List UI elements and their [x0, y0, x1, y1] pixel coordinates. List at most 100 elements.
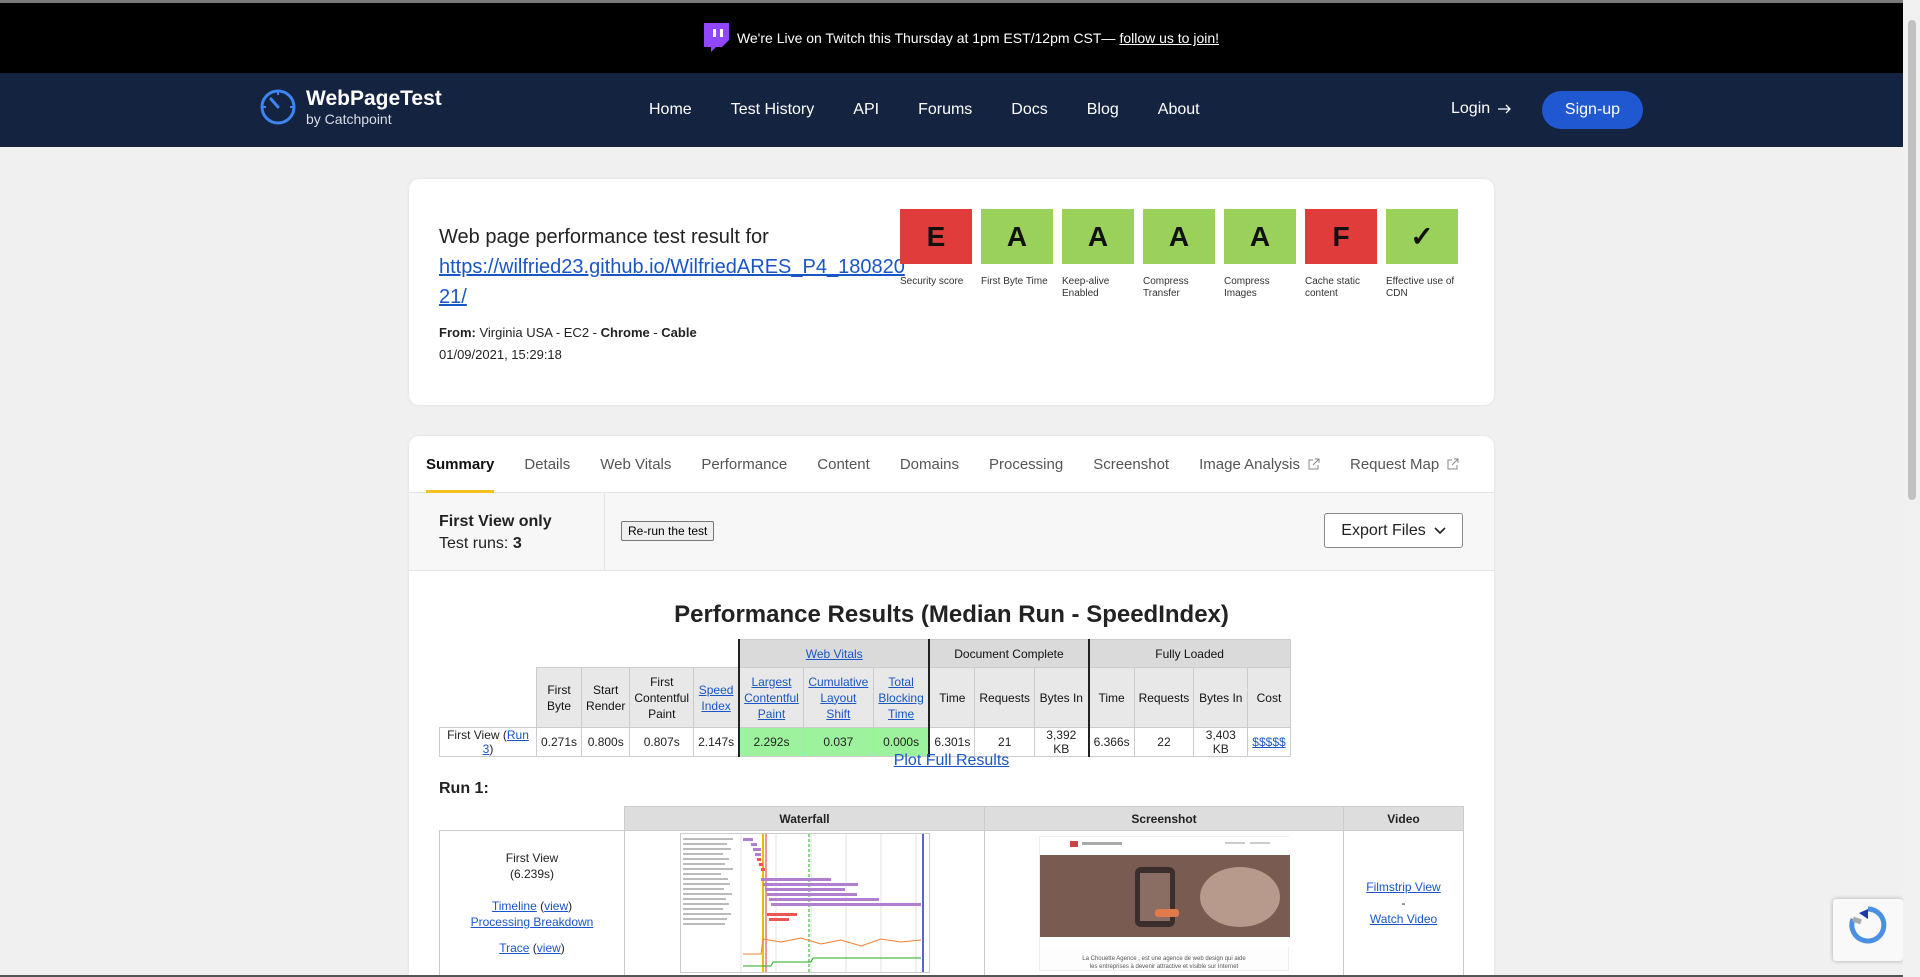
checkmark-icon: ✓ [1386, 209, 1458, 264]
col-fl-time: Time [1087, 667, 1135, 728]
tab-request-map[interactable]: Request Map [1350, 436, 1459, 493]
nav-blog[interactable]: Blog [1087, 101, 1119, 119]
speed-index-link[interactable]: Speed Index [699, 683, 734, 713]
promo-link[interactable]: follow us to join! [1119, 30, 1219, 46]
trace-link[interactable]: Trace [499, 941, 529, 955]
scrollbar[interactable] [1903, 0, 1920, 977]
grade-keep-alive[interactable]: A Keep-alive Enabled [1062, 209, 1134, 300]
tab-domains[interactable]: Domains [900, 436, 959, 493]
grade-label: Effective use of CDN [1386, 276, 1455, 299]
run-info-cell: First View (6.239s) Timeline (view) Proc… [439, 830, 625, 976]
tab-label: Screenshot [1093, 455, 1170, 473]
filmstrip-link[interactable]: Filmstrip View [1366, 880, 1440, 894]
web-vitals-link[interactable]: Web Vitals [806, 647, 863, 661]
brand-sub: by Catchpoint [306, 111, 392, 127]
grade-cdn[interactable]: ✓ Effective use of CDN [1386, 209, 1458, 300]
blank-cell [440, 668, 537, 728]
col-first-byte: First Byte [535, 667, 583, 728]
tab-screenshot[interactable]: Screenshot [1093, 436, 1169, 493]
timeline-view-link[interactable]: view [544, 899, 568, 913]
col-tbt: Total Blocking Time [872, 667, 931, 728]
grade-security[interactable]: E Security score [900, 209, 972, 300]
grade-cache-static[interactable]: F Cache static content [1305, 209, 1377, 300]
grade-label: Cache static content [1305, 276, 1361, 299]
tab-summary[interactable]: Summary [426, 436, 495, 493]
col-dc-bytes: Bytes In [1034, 667, 1090, 728]
run-table: Waterfall Screenshot Video First View (6… [439, 806, 1464, 976]
tab-details[interactable]: Details [524, 436, 570, 493]
nav-forums[interactable]: Forums [918, 101, 972, 119]
col-fl-requests: Requests [1133, 667, 1195, 728]
summary-toolbar: First View only Test runs: 3 Re-run the … [409, 493, 1494, 571]
tab-label: Summary [426, 455, 495, 473]
nav-about[interactable]: About [1158, 101, 1200, 119]
nav-api[interactable]: API [853, 101, 879, 119]
col-fl-bytes: Bytes In [1193, 667, 1249, 728]
grade-box: A [1224, 209, 1296, 264]
chevron-down-icon [1434, 526, 1446, 534]
timeline-link[interactable]: Timeline [492, 899, 537, 913]
performance-table: Web Vitals Document Complete Fully Loade… [439, 639, 1291, 757]
test-browser: Chrome [600, 325, 650, 340]
nav-links: Home Test History API Forums Docs Blog A… [649, 73, 1200, 147]
tab-image-analysis[interactable]: Image Analysis [1199, 436, 1320, 493]
waterfall-thumbnail[interactable] [679, 833, 930, 973]
plot-link[interactable]: Plot Full Results [894, 752, 1010, 769]
run-title: Run 1: [439, 780, 489, 797]
tab-label: Web Vitals [600, 455, 672, 473]
grade-box: F [1305, 209, 1377, 264]
result-header-card: Web page performance test result for htt… [409, 179, 1494, 405]
grade-compress-transfer[interactable]: A Compress Transfer [1143, 209, 1215, 300]
scrollbar-thumb[interactable] [1908, 20, 1916, 500]
tab-label: Domains [899, 455, 959, 473]
test-connection: Cable [661, 325, 697, 340]
trace-view-link[interactable]: view [537, 941, 561, 955]
col-video: Video [1343, 806, 1464, 831]
tab-label: Image Analysis [1199, 455, 1300, 473]
recaptcha-badge[interactable] [1833, 899, 1903, 961]
external-link-icon [1308, 458, 1320, 470]
login-link[interactable]: Login [1451, 100, 1512, 118]
cls-link[interactable]: Cumulative Layout Shift [808, 675, 868, 721]
first-view-label: First View [505, 851, 559, 865]
timeline-links: Timeline (view) [491, 899, 573, 913]
test-meta: From: Virginia USA - EC2 - Chrome - Cabl… [439, 322, 697, 366]
tab-performance[interactable]: Performance [701, 436, 787, 493]
tab-web-vitals[interactable]: Web Vitals [600, 436, 671, 493]
view-label: First View only [439, 513, 552, 530]
grade-label: Compress Images [1224, 276, 1270, 299]
export-files-button[interactable]: Export Files [1324, 513, 1463, 548]
plot-full-results: Plot Full Results [409, 752, 1494, 770]
video-separator: - [1401, 896, 1406, 910]
grade-box: A [1062, 209, 1134, 264]
grade-box: A [981, 209, 1053, 264]
grade-first-byte[interactable]: A First Byte Time [981, 209, 1053, 300]
lcp-link[interactable]: Largest Contentful Paint [744, 675, 799, 721]
nav-home[interactable]: Home [649, 101, 692, 119]
grade-label: Compress Transfer [1143, 276, 1189, 299]
external-link-icon [1447, 458, 1459, 470]
logo[interactable]: WebPageTest by Catchpoint [258, 87, 442, 127]
grade-list: E Security score A First Byte Time A Keep-a… [900, 209, 1458, 300]
screenshot-thumbnail[interactable]: La Chouette Agence , est une agence de w… [1039, 835, 1290, 971]
results-card: Summary Details Web Vitals Performance C… [409, 436, 1494, 977]
waterfall-cell[interactable] [624, 830, 985, 976]
grade-compress-images[interactable]: A Compress Images [1224, 209, 1296, 300]
grade-label: Keep-alive Enabled [1062, 276, 1110, 299]
watch-video-link[interactable]: Watch Video [1370, 912, 1437, 926]
signup-button[interactable]: Sign-up [1542, 91, 1643, 129]
rerun-button[interactable]: Re-run the test [621, 521, 715, 541]
cost-link[interactable]: $$$$$ [1252, 735, 1285, 749]
nav-docs[interactable]: Docs [1011, 101, 1047, 119]
export-label: Export Files [1341, 521, 1426, 539]
result-url[interactable]: https://wilfried23.github.io/WilfriedARE… [439, 256, 905, 308]
screenshot-cell[interactable]: La Chouette Agence , est une agence de w… [984, 830, 1344, 976]
processing-breakdown-link[interactable]: Processing Breakdown [471, 915, 594, 929]
row-label-text: First View ( [447, 728, 507, 742]
tab-label: Performance [701, 455, 788, 473]
tab-processing[interactable]: Processing [989, 436, 1063, 493]
tab-content[interactable]: Content [817, 436, 870, 493]
tbt-link[interactable]: Total Blocking Time [878, 675, 923, 721]
runs-count: 3 [512, 535, 522, 552]
nav-test-history[interactable]: Test History [731, 101, 815, 119]
